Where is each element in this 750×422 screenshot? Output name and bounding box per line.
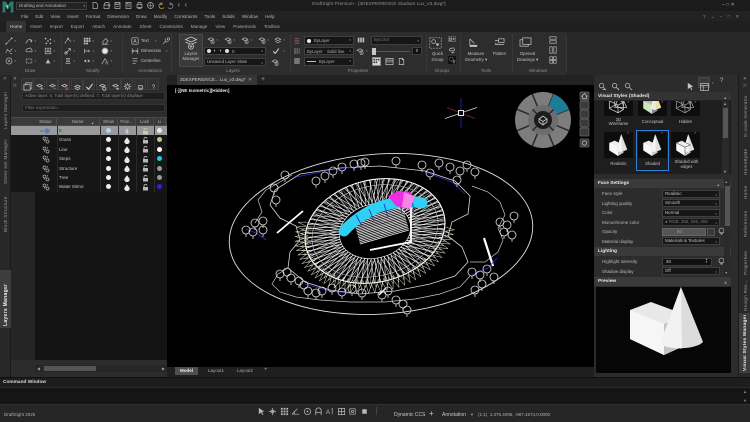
svg-text:A: A — [326, 409, 331, 416]
svg-text:R: R — [105, 60, 108, 64]
svg-text:?: ? — [151, 84, 155, 91]
svg-text:A: A — [133, 39, 137, 45]
